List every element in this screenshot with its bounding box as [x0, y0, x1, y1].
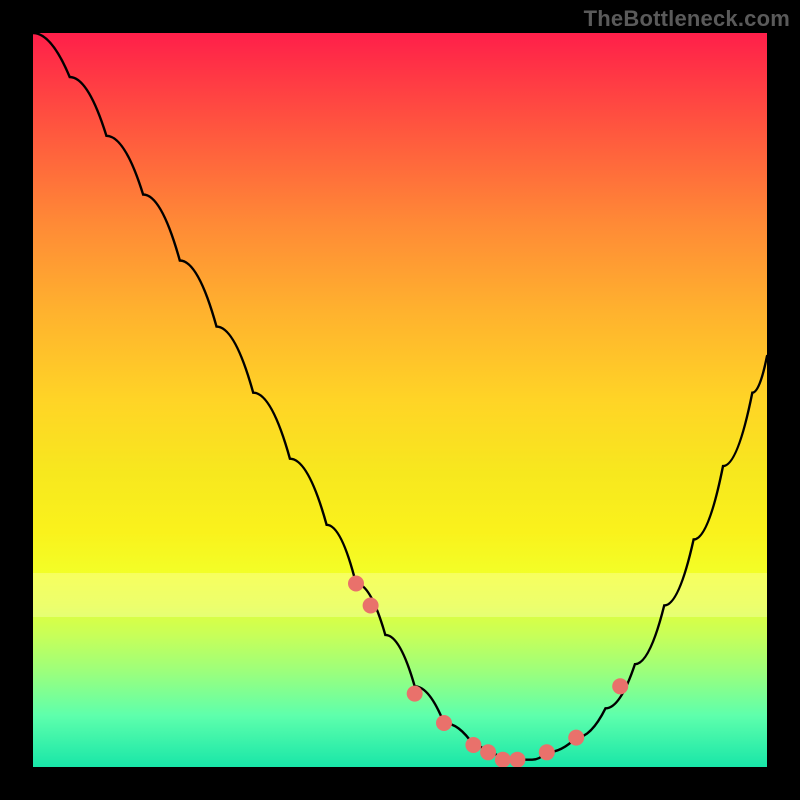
marker-dot — [407, 686, 423, 702]
marker-dot — [539, 744, 555, 760]
marker-dot — [363, 598, 379, 614]
marker-dot — [568, 730, 584, 746]
threshold-markers — [348, 576, 628, 768]
marker-dot — [480, 744, 496, 760]
watermark-text: TheBottleneck.com — [584, 8, 790, 30]
plot-area — [33, 33, 767, 767]
marker-dot — [495, 752, 511, 767]
chart-stage: TheBottleneck.com — [0, 0, 800, 800]
marker-dot — [465, 737, 481, 753]
marker-dot — [509, 752, 525, 767]
marker-dot — [436, 715, 452, 731]
marker-dot — [348, 576, 364, 592]
marker-dot — [612, 678, 628, 694]
curve-layer — [33, 33, 767, 767]
bottleneck-curve — [33, 33, 767, 760]
